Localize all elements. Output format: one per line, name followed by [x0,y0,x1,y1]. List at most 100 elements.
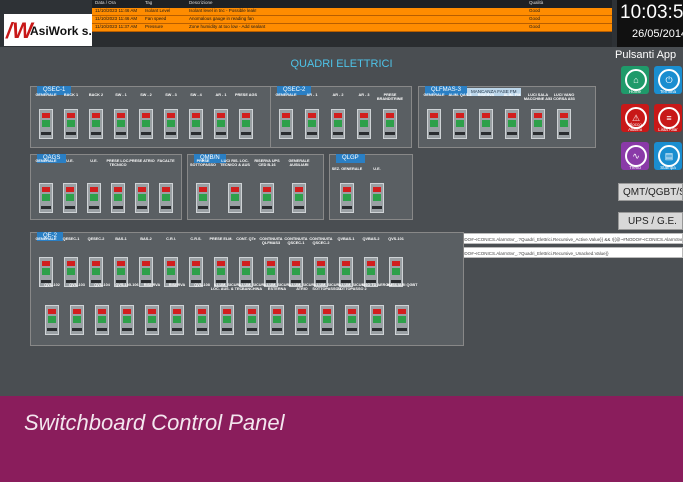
alarm-tag: Isolant Level [145,8,171,13]
breaker-state-green [98,316,106,323]
breaker-state-red [114,187,122,192]
breaker-state-green [162,194,170,201]
breaker-state-red [343,187,351,192]
breaker-state-red [142,261,150,266]
alarm-row[interactable]: 11/10/2023 11:46 AM Isolant Level Isolan… [92,8,612,16]
stampa-button-label: Stampa [660,165,676,170]
breaker-state-red [167,113,175,118]
nav-qmt-button[interactable]: QMT/QGBT/SMI [618,183,683,201]
panel-qlgp: QLGP SEZ. GENERALE U.E. [329,154,413,220]
breaker-body [320,305,334,335]
breaker-body [228,183,242,213]
breaker-state-green [148,316,156,323]
breaker-body [64,109,78,139]
breaker-state-red [398,309,406,314]
breaker-body [70,305,84,335]
breaker-base [41,206,51,209]
breaker-state-green [367,268,375,275]
breaker-body [395,305,409,335]
breaker-state-green [123,316,131,323]
breaker-state-red [217,113,225,118]
clock-time: 10:03:57 [620,2,683,23]
column-header-time[interactable]: Data / Ora [92,0,145,8]
breaker-base [272,328,282,331]
breaker-body [45,305,59,335]
breaker-body [279,109,293,139]
lista-allarmi-button[interactable]: ≡ Lista Allar [654,104,682,132]
breaker-state-green [534,120,542,127]
breaker-body [111,183,125,213]
logo-mark: /W [6,18,33,43]
breaker-base [372,328,382,331]
breaker-base [198,206,208,209]
breaker-state-red [430,113,438,118]
breaker-base [262,206,272,209]
power-icon: ⏻ [658,69,680,91]
breaker-state-green [42,268,50,275]
stampa-button[interactable]: ▤ Stampa [654,142,682,170]
breaker-state-red [508,113,516,118]
breaker-label: PRESE AGS [234,93,257,97]
breaker-state-green [456,120,464,127]
breaker-body [260,183,274,213]
breaker-base [66,132,76,135]
breaker-base [372,206,382,209]
breaker-base [307,132,317,135]
breaker-state-green [192,268,200,275]
home-button[interactable]: ⌂ Home [621,66,649,94]
alarm-row[interactable]: 11/10/2023 11:46 AM Fan speed Anomalous … [92,16,612,24]
breaker-body [340,183,354,213]
breaker-body [331,109,345,139]
page-title: QUADRI ELETTRICI [290,58,393,70]
breaker-body [95,305,109,335]
breaker-base [137,206,147,209]
breaker-state-red [42,261,50,266]
breaker-state-red [192,113,200,118]
breaker-state-green [223,316,231,323]
breaker-state-green [482,120,490,127]
breaker-base [385,132,395,135]
alarm-description: Anomalous gauge in reading fan [189,16,254,21]
breaker-state-green [298,316,306,323]
column-header-quality[interactable]: Qualità [529,0,599,8]
breaker-state-green [217,120,225,127]
breaker-state-red [560,113,568,118]
breaker-state-red [263,187,271,192]
breaker-state-green [273,316,281,323]
breaker-base [359,132,369,135]
column-header-description[interactable]: Descrizione [189,0,529,8]
expression-tooltip: x={{@~#NODO#~ICONICS.AlarmSvr_.?Quadri_E… [436,233,683,244]
termina-button[interactable]: ⏻ Termina [654,66,682,94]
breaker-state-green [142,120,150,127]
column-header-tag[interactable]: Tag [145,0,189,8]
blocco-allarmi-button[interactable]: ⚠ Blocco Allarmi [621,104,649,132]
breaker-body [357,109,371,139]
panel-qlfmas3: QLFMAS-3 MANCANZA FASE FM GENERALE ALIM. QA… [418,86,596,148]
breaker-body [87,183,101,213]
nav-ups-button[interactable]: UPS / G.E. [618,212,683,230]
breaker-state-green [292,268,300,275]
breaker-state-red [67,113,75,118]
breaker-label: LUCI RIS. LOC. TECNICO & AUS [220,159,250,168]
breaker-state-green [42,194,50,201]
breaker-body [195,305,209,335]
breaker-base [333,132,343,135]
alarm-list-header: Data / Ora Tag Descrizione Qualità [92,0,612,8]
breaker-state-green [167,268,175,275]
breaker-state-red [138,187,146,192]
breaker-body [427,109,441,139]
alarm-time: 11/10/2023 11:46 AM [95,8,138,13]
breaker-body [292,183,306,213]
breaker-state-green [66,194,74,201]
breaker-label: RISERVA UPS CED B-16 [254,159,280,168]
trend-button[interactable]: ∿ Trend [621,142,649,170]
breaker-body [145,305,159,335]
company-logo: /W AsiWork s.r.l. [4,14,106,46]
breaker-body [196,183,210,213]
alarm-row[interactable]: 11/10/2023 11:37 AM Pressure Zone humidi… [92,24,612,32]
alarm-time: 11/10/2023 11:46 AM [95,16,138,21]
alarm-list[interactable]: Data / Ora Tag Descrizione Qualità 11/10… [92,0,612,47]
breaker-base [197,328,207,331]
breaker-state-green [560,120,568,127]
breaker-base [230,206,240,209]
